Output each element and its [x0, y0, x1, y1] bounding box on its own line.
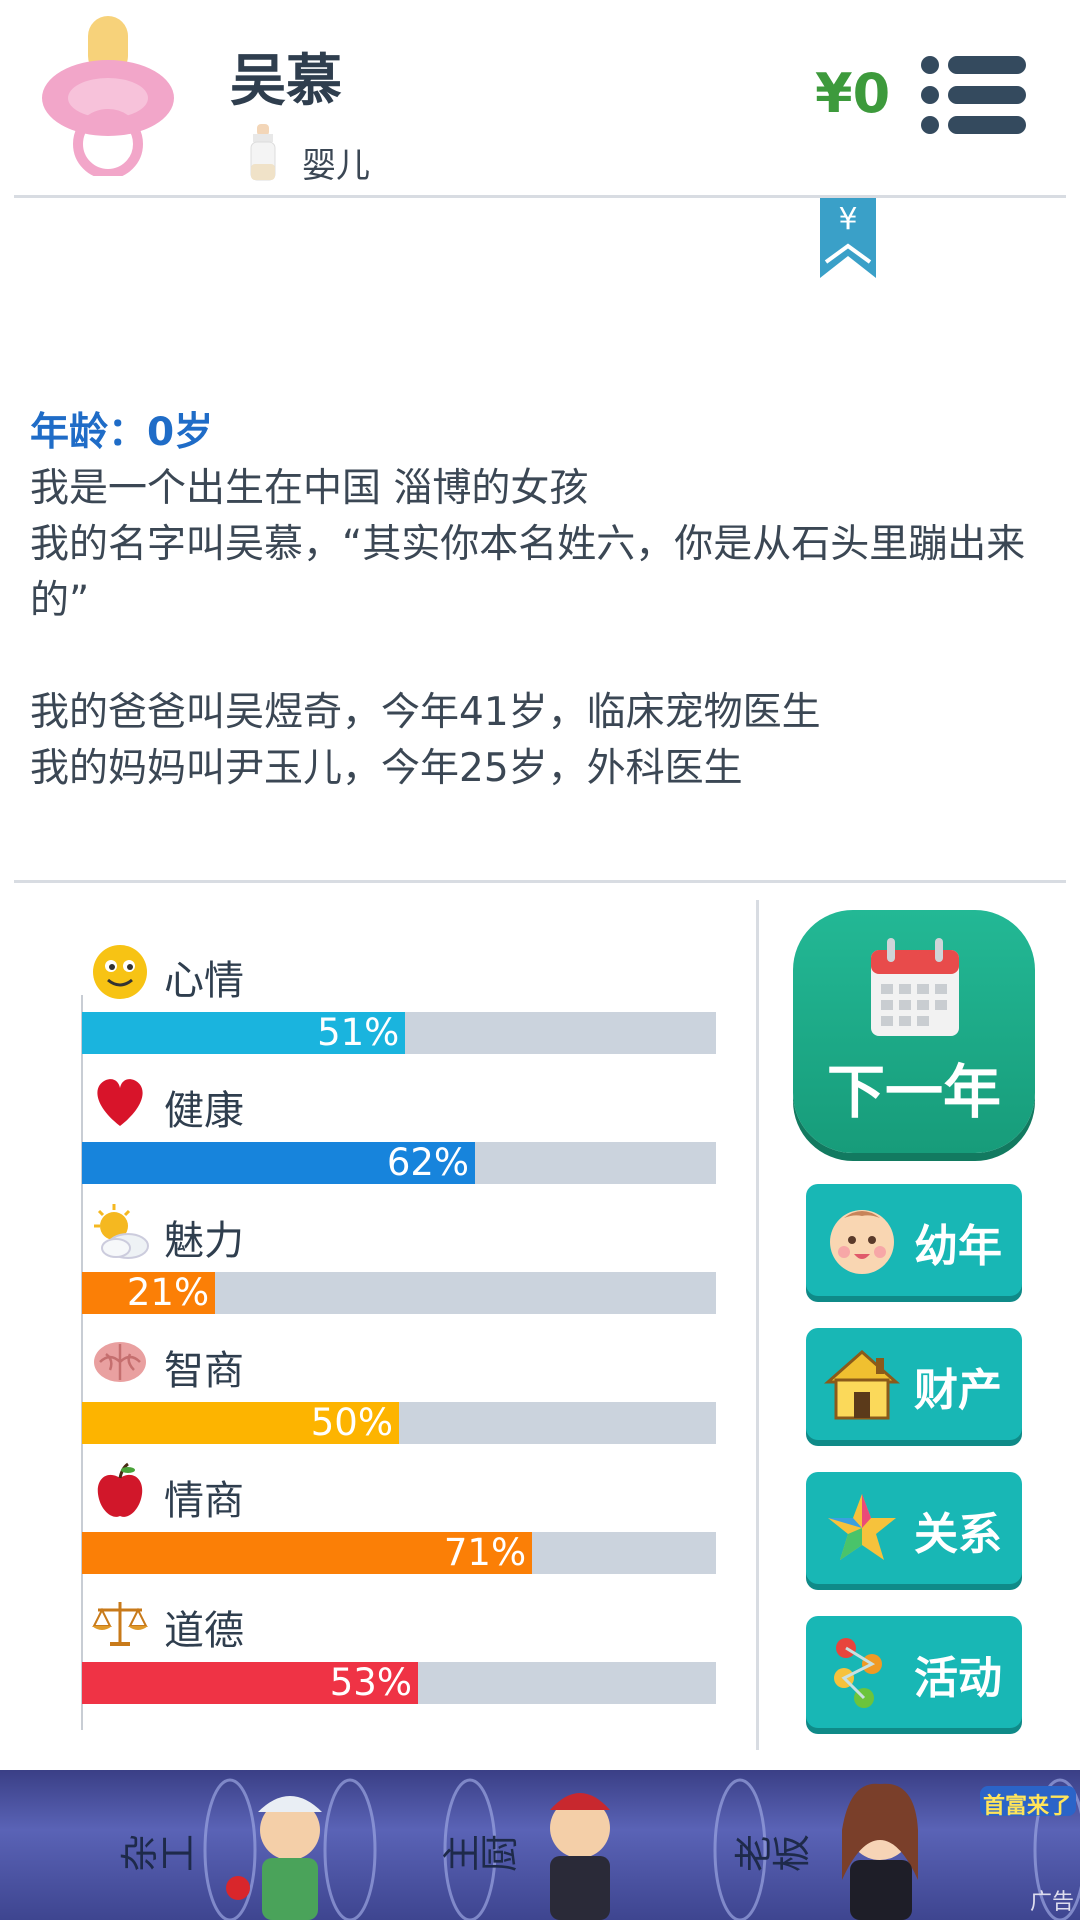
life-stage-label: 婴儿 — [302, 146, 370, 186]
stat-bar-fill: 21% — [82, 1271, 216, 1314]
story-line: 我的妈妈叫尹玉儿，今年25岁，外科医生 — [30, 746, 743, 791]
shop-bookmark[interactable]: ¥ — [820, 198, 876, 278]
next-year-label: 下一年 — [826, 1058, 1001, 1126]
money-balance: ¥0 — [815, 62, 891, 125]
ad-banner[interactable]: 杂工 主厨 老板 首富来了 广告 — [0, 1770, 1080, 1920]
panel-divider — [756, 900, 759, 1750]
stat-value: 21% — [126, 1271, 210, 1314]
baby-face-icon — [830, 1210, 894, 1274]
stat-value: 62% — [386, 1141, 470, 1184]
stat-value: 53% — [329, 1661, 413, 1704]
relationships-label: 关系 — [914, 1509, 1002, 1560]
dots-icon — [834, 1638, 882, 1708]
header-divider — [14, 195, 1066, 198]
stat-label: 健康 — [164, 1088, 244, 1134]
heart-icon — [97, 1079, 143, 1126]
activities-button[interactable]: 活动 — [806, 1616, 1022, 1728]
ad-badge: 首富来了 — [983, 1794, 1072, 1819]
stat-bar-track: 21% — [82, 1272, 716, 1314]
header: 吴慕 婴儿 ¥0 — [0, 0, 1080, 196]
ad-tag: 广告 — [1029, 1890, 1074, 1915]
stat-label: 心情 — [164, 958, 244, 1004]
story-line: 我的名字叫吴慕，“其实你本名姓六，你是从石头里蹦出来的” — [30, 522, 1026, 623]
stat-value: 71% — [443, 1531, 527, 1574]
smiley-face-icon — [93, 945, 147, 999]
stat-value: 51% — [317, 1011, 400, 1054]
baby-bottle-icon — [250, 124, 276, 181]
next-year-button[interactable]: 下一年 — [793, 910, 1035, 1153]
childhood-button[interactable]: 幼年 — [806, 1184, 1022, 1296]
apple-icon — [97, 1462, 143, 1517]
star-icon — [828, 1494, 896, 1560]
stat-bar-fill: 51% — [82, 1011, 406, 1054]
stat-bar-track: 53% — [82, 1662, 716, 1704]
house-icon — [824, 1349, 900, 1420]
stat-row: 魅力 21% — [82, 1204, 716, 1338]
stat-bar-fill: 71% — [82, 1531, 533, 1574]
pacifier-icon[interactable] — [38, 16, 178, 176]
stat-row: 道德 53% — [82, 1598, 716, 1728]
stat-row: 智商 50% — [82, 1338, 716, 1468]
assets-button[interactable]: 财产 — [806, 1328, 1022, 1440]
ad-role-label: 杂工 — [119, 1834, 196, 1879]
stat-bar-fill: 53% — [82, 1661, 419, 1704]
stat-value: 50% — [310, 1401, 393, 1444]
stat-bar-fill: 62% — [82, 1141, 476, 1184]
brain-icon — [94, 1342, 146, 1382]
stat-row: 心情 51% — [82, 945, 716, 1078]
stat-bar-track: 51% — [82, 1012, 716, 1054]
stat-row: 健康 62% — [82, 1078, 716, 1208]
stat-row: 情商 71% — [82, 1462, 716, 1598]
childhood-label: 幼年 — [914, 1221, 1002, 1272]
stat-label: 魅力 — [164, 1218, 244, 1264]
sun-cloud-icon — [94, 1204, 149, 1259]
story-line: 我的爸爸叫吴煜奇，今年41岁，临床宠物医生 — [30, 690, 821, 735]
age-line: 年龄：0岁 — [30, 410, 214, 455]
ad-role-label: 主厨 — [441, 1834, 518, 1879]
bookmark-currency: ¥ — [838, 202, 858, 237]
story-divider — [14, 880, 1066, 883]
story-line: 我是一个出生在中国 淄博的女孩 — [30, 466, 589, 511]
relationships-button[interactable]: 关系 — [806, 1472, 1022, 1584]
ad-role-label: 老板 — [733, 1834, 810, 1879]
calendar-icon — [871, 938, 959, 1036]
stat-bar-fill: 50% — [82, 1402, 399, 1444]
stat-label: 智商 — [164, 1348, 244, 1394]
player-name: 吴慕 — [230, 49, 342, 114]
stat-bar-track: 71% — [82, 1532, 716, 1574]
story-line — [30, 629, 1060, 685]
stat-bar-track: 50% — [82, 1402, 716, 1444]
stat-label: 道德 — [164, 1608, 244, 1654]
hamburger-menu-icon[interactable] — [920, 56, 1026, 134]
scales-icon — [92, 1602, 148, 1646]
activities-label: 活动 — [914, 1653, 1002, 1704]
stat-label: 情商 — [164, 1478, 244, 1524]
assets-label: 财产 — [914, 1365, 1002, 1416]
life-story: 年龄：0岁 我是一个出生在中国 淄博的女孩 我的名字叫吴慕，“其实你本名姓六，你… — [30, 405, 1060, 797]
stat-bar-track: 62% — [82, 1142, 716, 1184]
